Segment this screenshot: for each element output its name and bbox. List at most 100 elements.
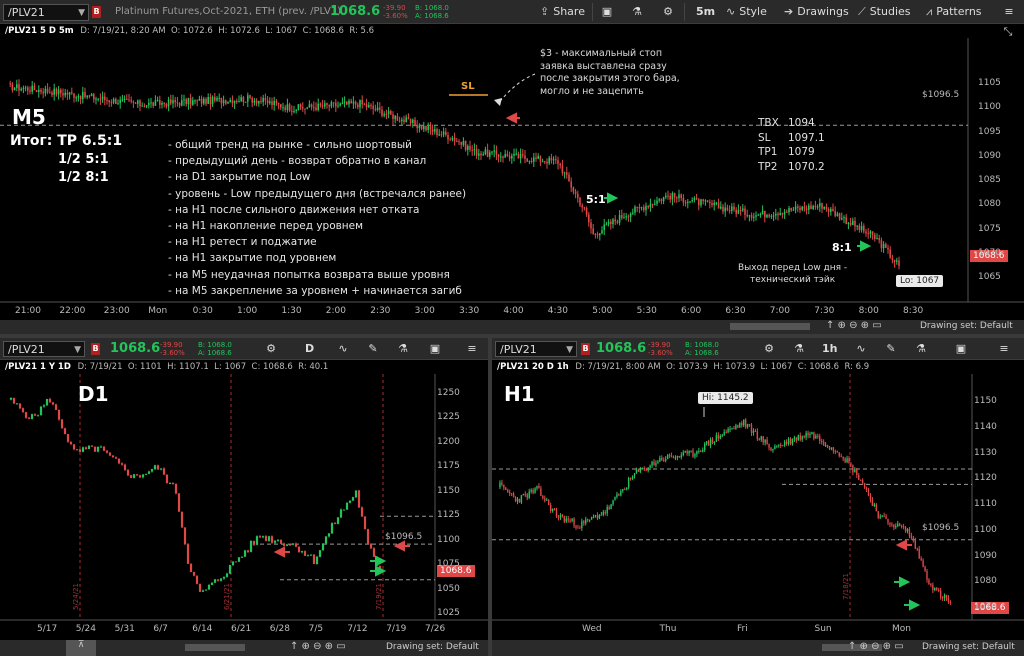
nav-icons[interactable]: ↑ ⊕ ⊖ ⊕ ▭ [826,320,882,331]
d1-drawing-set[interactable]: Drawing set: Default [386,642,479,652]
candle-body [132,474,136,478]
h1-flask2-icon[interactable]: ⚗ [914,341,928,357]
h1-symbol-selector[interactable]: /PLV21 ▼ [495,341,577,357]
candle-body [508,156,511,159]
candle-body [306,107,308,109]
candle-body [312,554,316,564]
d1-nav-icons[interactable]: ↑ ⊕ ⊖ ⊕ ▭ [290,641,346,652]
notes-line: - уровень - Low предыдущего дня (встреча… [168,187,467,200]
time-tick: Sun [814,624,832,634]
d1-menu-icon[interactable]: ≡ [465,341,479,357]
h1-flask-icon[interactable]: ⚗ [792,341,806,357]
candle-body [407,117,410,119]
h1-gear-icon[interactable]: ⚙ [762,341,776,357]
m5-footer: ↑ ⊕ ⊖ ⊕ ▭ Drawing set: Default [0,320,1024,334]
candle-body [761,210,764,215]
candle-body [585,519,587,524]
time-tick: 5:00 [592,306,613,316]
d1-gear-icon[interactable]: ⚙ [264,341,278,357]
candle-body [75,449,79,451]
candle-body [174,100,176,103]
price-tick: 1130 [974,447,997,458]
h1-timeframe-button[interactable]: 1h [822,340,838,358]
candle-body [865,231,867,234]
h1-nav-icons[interactable]: ↑ ⊕ ⊖ ⊕ ▭ [848,641,904,652]
candle-body [392,114,394,120]
scroll-thumb[interactable] [730,323,810,330]
h1-drawing-set[interactable]: Drawing set: Default [922,642,1015,652]
candle-body [805,432,807,438]
candle-body [755,215,757,217]
d1-last-price: 1068.6 [110,341,161,356]
candle-body [42,405,46,407]
d1-expand-button[interactable]: ⊼ [66,640,96,656]
h1-screenshot-icon[interactable]: ▣ [954,341,968,357]
candle-body [900,526,903,528]
candle-body [108,452,112,456]
candle-body [772,449,774,451]
candle-body [93,94,95,100]
flask-icon[interactable]: ⚗ [628,4,646,20]
h1-menu-icon[interactable]: ≡ [997,341,1011,357]
drawings-button[interactable]: ➔ Drawings [784,3,849,21]
candle-body [949,602,952,604]
patterns-button[interactable]: ⩘ Patterns [926,3,982,21]
candle-body [854,469,856,473]
h1-drawings-icon[interactable]: ✎ [884,341,898,357]
candle-body [654,203,656,205]
time-tick: 6/14 [192,624,213,634]
d1-chart-panel[interactable]: /PLV21 1 Y 1D D: 7/19/21 O: 1101 H: 1107… [0,360,488,640]
time-tick: 7:30 [814,306,835,316]
m5-chart-panel[interactable]: /PLV21 5 D 5m D: 7/19/21, 8:20 AM O: 107… [0,24,1024,320]
candle-body [183,527,187,545]
candle-body [618,494,620,496]
d1-flask-icon[interactable]: ⚗ [396,341,410,357]
candle-body [671,193,674,200]
candle-body [12,397,16,404]
candle-body [640,207,643,209]
style-button[interactable]: ∿ Style [726,3,767,21]
candle-body [51,402,55,405]
d1-scroll-thumb[interactable] [185,644,245,651]
candle-body [530,489,532,492]
share-button[interactable]: ⇪ Share [540,3,585,21]
d1-alert-icon[interactable]: B [91,343,100,355]
time-tick: 3:30 [459,306,480,316]
screenshot-icon[interactable]: ▣ [598,4,616,20]
candle-body [918,548,920,559]
candle-body [57,409,61,420]
h1-style-icon[interactable]: ∿ [854,341,868,357]
d1-symbol-selector[interactable]: /PLV21 ▼ [3,341,85,357]
notes-line: - на M5 закрепление за уровнем + начинае… [168,284,462,297]
h1-bid-ask: B: 1068.0 A: 1068.6 [685,341,719,357]
d1-drawings-icon[interactable]: ✎ [366,341,380,357]
price-tick: 1050 [437,583,460,594]
symbol-selector[interactable]: /PLV21 ▼ [3,4,89,21]
candle-body [819,203,821,207]
candle-body [746,424,749,428]
candle-body [515,153,517,155]
drawing-set[interactable]: Drawing set: Default [920,321,1013,331]
candle-body [684,202,687,204]
candle-body [709,439,712,446]
menu-icon[interactable]: ≡ [1000,4,1018,20]
candle-body [555,159,557,161]
candle-body [932,584,934,591]
candle-body [258,101,260,104]
candle-body [534,488,536,493]
d1-timeframe-button[interactable]: D [305,340,314,358]
gear-icon[interactable]: ⚙ [659,4,677,20]
candle-body [750,424,753,433]
candle-body [493,150,495,152]
d1-screenshot-icon[interactable]: ▣ [428,341,442,357]
d1-style-icon[interactable]: ∿ [336,341,350,357]
h1-alert-icon[interactable]: B [581,343,590,355]
timeframe-button[interactable]: 5m [696,3,715,21]
alert-icon[interactable]: B [92,6,101,18]
candle-body [258,536,262,538]
last-price: 1068.6 [330,4,381,19]
studies-button[interactable]: ⟋ Studies [858,3,911,21]
h1-chart-panel[interactable]: /PLV21 20 D 1h D: 7/19/21, 8:00 AM O: 10… [492,360,1024,640]
exitnote-line: Выход перед Low дня - [738,263,848,273]
time-tick: Thu [659,624,677,634]
